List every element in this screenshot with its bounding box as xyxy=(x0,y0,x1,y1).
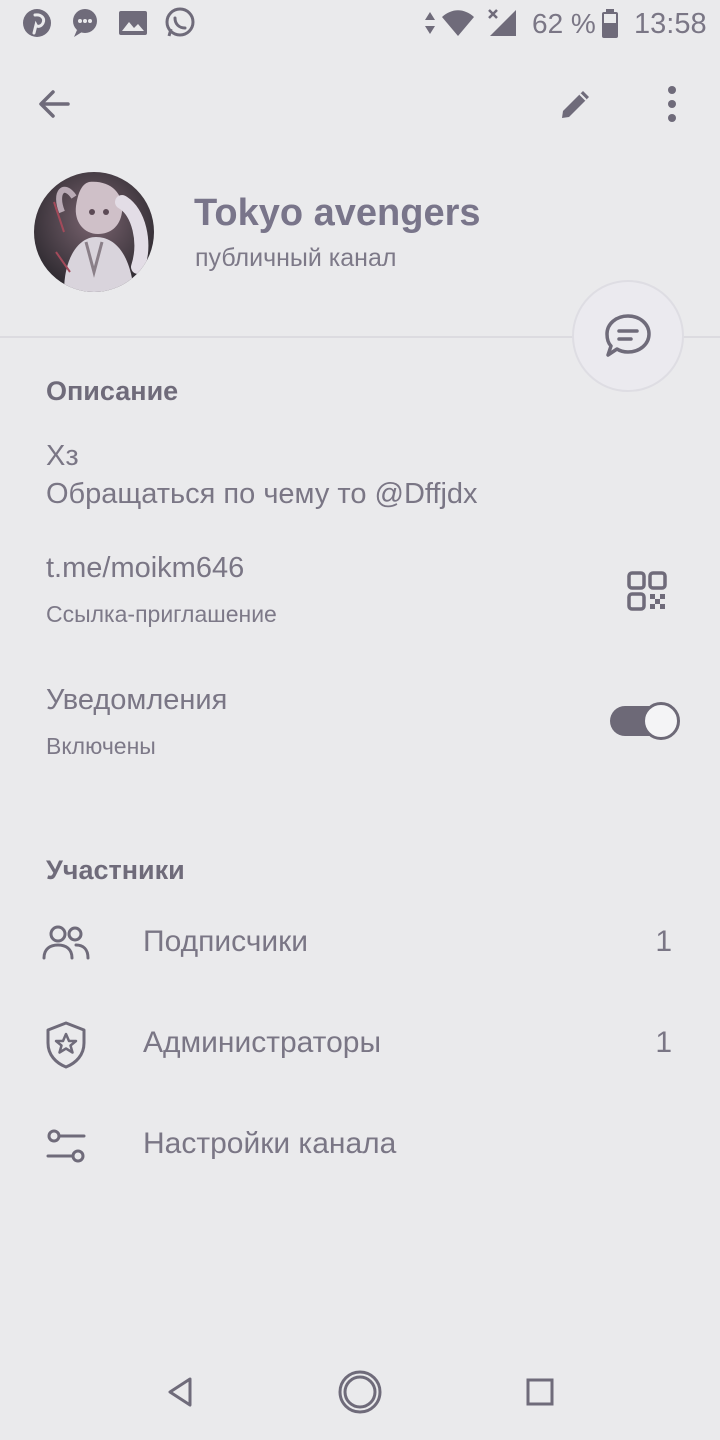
nav-back-button[interactable] xyxy=(150,1362,210,1422)
invite-link-caption: Ссылка-приглашение xyxy=(46,601,277,627)
toggle-thumb xyxy=(642,702,680,740)
battery-percent: 62 % xyxy=(532,8,596,39)
system-nav-bar xyxy=(0,1340,720,1440)
nav-back-icon xyxy=(163,1375,197,1409)
messenger-icon xyxy=(68,6,102,40)
clock: 13:58 xyxy=(634,8,707,40)
nav-recents-button[interactable] xyxy=(510,1362,570,1422)
pencil-icon xyxy=(557,85,595,123)
status-bar: 62 % 13:58 xyxy=(0,0,720,50)
more-button[interactable] xyxy=(640,72,704,136)
administrators-count: 1 xyxy=(655,1026,672,1059)
description-header: Описание xyxy=(46,376,179,406)
shield-star-icon xyxy=(40,1019,92,1071)
members-header: Участники xyxy=(46,855,185,885)
description-line-2[interactable]: Обращаться по чему то @Dffjdx xyxy=(46,478,478,511)
notifications-status: Включены xyxy=(46,733,156,759)
qr-code-button[interactable] xyxy=(624,568,670,614)
administrators-label: Администраторы xyxy=(143,1026,382,1059)
signal-icon xyxy=(486,6,520,40)
channel-title: Tokyo avengers xyxy=(194,192,481,234)
data-arrows-icon xyxy=(420,6,440,40)
description-line-1: Хз xyxy=(46,440,79,472)
channel-settings-label: Настройки канала xyxy=(143,1127,397,1160)
invite-link[interactable]: t.me/moikm646 xyxy=(46,552,244,585)
pinterest-icon xyxy=(20,6,54,40)
more-vertical-icon xyxy=(666,84,678,124)
sliders-icon xyxy=(40,1120,92,1172)
administrators-row[interactable]: Администраторы 1 xyxy=(0,999,720,1089)
discussion-button[interactable] xyxy=(572,280,684,392)
whatsapp-icon xyxy=(163,6,197,40)
subscribers-label: Подписчики xyxy=(143,925,309,958)
channel-settings-row[interactable]: Настройки канала xyxy=(0,1100,720,1190)
notifications-label[interactable]: Уведомления xyxy=(46,684,227,717)
edit-button[interactable] xyxy=(544,72,608,136)
back-button[interactable] xyxy=(22,72,86,136)
channel-subtitle: публичный канал xyxy=(195,244,397,272)
nav-home-button[interactable] xyxy=(330,1362,390,1422)
chat-bubble-icon xyxy=(602,310,654,362)
channel-avatar[interactable] xyxy=(34,172,154,292)
users-icon xyxy=(40,918,92,970)
battery-icon xyxy=(600,6,620,40)
nav-recents-icon xyxy=(525,1377,555,1407)
arrow-left-icon xyxy=(34,84,74,124)
gallery-icon xyxy=(116,6,150,40)
qr-code-icon xyxy=(624,568,670,614)
nav-home-icon xyxy=(336,1368,384,1416)
subscribers-count: 1 xyxy=(655,925,672,958)
wifi-icon xyxy=(440,6,476,40)
notifications-toggle[interactable] xyxy=(610,702,680,740)
subscribers-row[interactable]: Подписчики 1 xyxy=(0,898,720,988)
